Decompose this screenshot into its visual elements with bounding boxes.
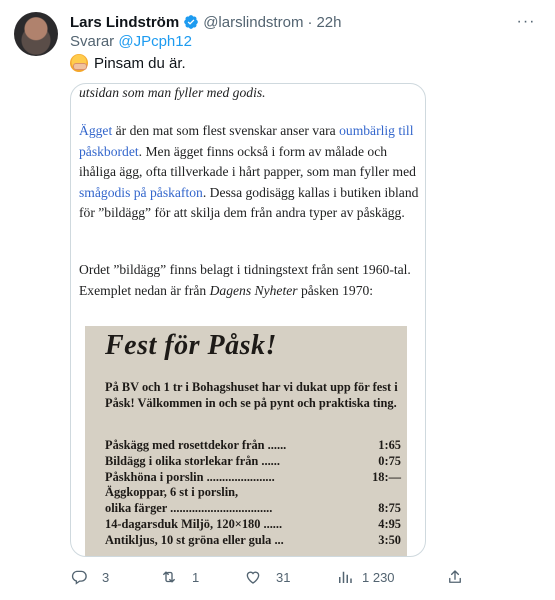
tweet-header: Lars Lindström @larslindstrom · 22h bbox=[70, 12, 341, 32]
share-icon bbox=[449, 570, 461, 583]
replying-to-label: Svarar bbox=[70, 33, 115, 50]
price-value bbox=[397, 485, 401, 501]
verified-badge-icon bbox=[184, 15, 199, 29]
reply-count: 3 bbox=[102, 569, 110, 585]
price-row: Påskägg med rosettdekor från ...... 1:65 bbox=[105, 438, 401, 454]
article-link: smågodis på påskafton bbox=[79, 184, 203, 200]
separator: · bbox=[307, 13, 313, 31]
tweet-text-content: Pinsam du är. bbox=[94, 54, 186, 72]
price-value: 3:50 bbox=[378, 532, 401, 547]
share-button[interactable] bbox=[446, 566, 464, 588]
avatar[interactable] bbox=[14, 12, 58, 56]
retweet-count: 1 bbox=[192, 569, 200, 585]
retweet-icon bbox=[163, 571, 175, 583]
hugging-face-emoji-icon bbox=[70, 54, 88, 72]
like-count: 31 bbox=[276, 569, 291, 585]
price-row: Antikljus, 10 st gröna eller gula ... 3:5… bbox=[105, 533, 401, 549]
clipping-intro: På BV och 1 tr i Bohagshuset har vi duka… bbox=[105, 380, 398, 410]
tweet: Lars Lindström @larslindstrom · 22h ··· … bbox=[0, 0, 555, 600]
more-icon[interactable]: ··· bbox=[515, 12, 537, 32]
price-item: Bildägg i olika storlekar från ...... bbox=[105, 453, 280, 468]
action-bar: 3 1 31 1 230 bbox=[70, 566, 480, 588]
tweet-text: Pinsam du är. bbox=[70, 54, 186, 72]
article-text: är den mat som flest svenskar anser vara bbox=[112, 123, 340, 138]
clipping-title: Fest för Påsk! bbox=[105, 330, 277, 361]
price-value: 1:65 bbox=[378, 438, 401, 452]
views-chart-icon bbox=[339, 571, 352, 583]
article-paragraph: Ägget är den mat som flest svenskar anse… bbox=[79, 121, 419, 224]
heart-icon bbox=[246, 571, 260, 584]
price-row: 14-dagarsduk Miljö, 120×180 ...... 4:95 bbox=[105, 517, 401, 533]
replying-to-link[interactable]: @JPcph12 bbox=[118, 33, 192, 50]
price-item: Påskhöna i porslin .....................… bbox=[105, 469, 275, 484]
newspaper-clipping: Fest för Påsk! På BV och 1 tr i Bohagshu… bbox=[85, 326, 407, 556]
reply-button[interactable]: 3 bbox=[70, 566, 109, 588]
article-paragraph: Ordet ”bildägg” finns belagt i tidningst… bbox=[79, 260, 419, 301]
article-link: Ägget bbox=[79, 123, 113, 138]
like-button[interactable]: 31 bbox=[244, 566, 290, 588]
price-item: Antikljus, 10 st gröna eller gula ... bbox=[105, 532, 284, 547]
article-source: Dagens Nyheter bbox=[209, 282, 298, 298]
attached-image[interactable]: utsidan som man fyller med godis. Ägget … bbox=[70, 83, 426, 557]
price-row: Bildägg i olika storlekar från ...... 0:7… bbox=[105, 454, 401, 470]
clipping-price-list: Påskägg med rosettdekor från ...... 1:65 … bbox=[105, 438, 401, 549]
replying-to: Svarar @JPcph12 bbox=[70, 33, 192, 50]
article-excerpt: utsidan som man fyller med godis. Ägget … bbox=[71, 84, 425, 556]
price-value: 0:75 bbox=[378, 453, 401, 468]
retweet-button[interactable]: 1 bbox=[160, 566, 199, 588]
price-item: 14-dagarsduk Miljö, 120×180 ...... bbox=[105, 516, 283, 531]
price-row: Påskhöna i porslin .....................… bbox=[105, 470, 401, 486]
price-value: 18:— bbox=[372, 469, 401, 484]
price-row: olika färger ...........................… bbox=[105, 501, 401, 517]
article-text: påsken 1970: bbox=[297, 282, 374, 298]
price-row: Äggkoppar, 6 st i porslin, bbox=[105, 485, 401, 501]
price-value: 8:75 bbox=[378, 501, 401, 516]
timestamp[interactable]: 22h bbox=[316, 14, 341, 31]
handle[interactable]: @larslindstrom bbox=[203, 14, 303, 31]
price-value: 4:95 bbox=[378, 516, 401, 531]
views-count: 1 230 bbox=[362, 569, 395, 585]
price-item: Påskägg med rosettdekor från ...... bbox=[105, 438, 287, 452]
article-paragraph: utsidan som man fyller med godis. bbox=[79, 85, 266, 100]
price-item: Äggkoppar, 6 st i porslin, bbox=[105, 485, 239, 500]
reply-icon bbox=[71, 570, 87, 585]
price-item: olika färger ...........................… bbox=[105, 501, 273, 516]
views-button[interactable]: 1 230 bbox=[336, 566, 395, 588]
display-name[interactable]: Lars Lindström bbox=[70, 14, 179, 31]
